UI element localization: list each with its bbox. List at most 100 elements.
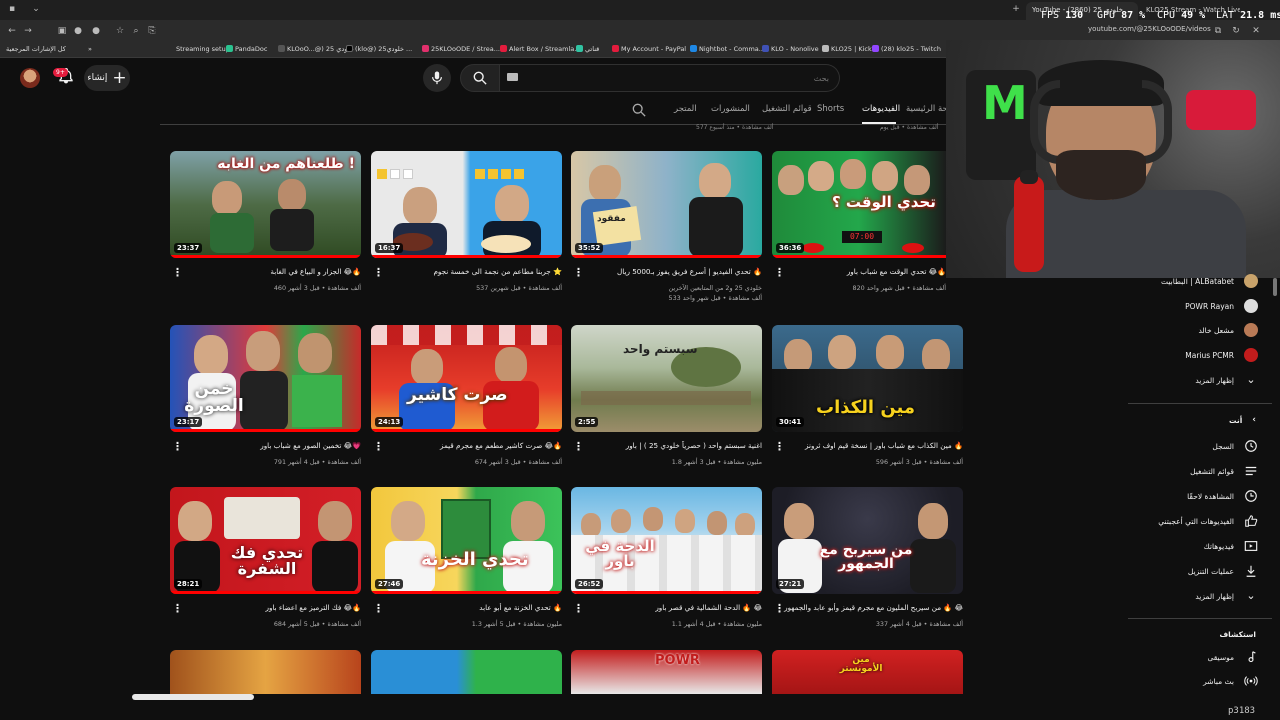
video-thumbnail[interactable]: الدحة في باور 26:52 xyxy=(571,487,762,594)
sidebar-show-more[interactable]: إظهار المزيد ⌄ xyxy=(1195,370,1258,390)
sidebar-subscription[interactable]: مشعل خالد xyxy=(1198,320,1258,340)
sidebar-item-history[interactable]: السجل xyxy=(1212,436,1258,456)
sidebar-item-playlists[interactable]: قوائم التشغيل xyxy=(1190,461,1258,481)
video-thumbnail[interactable]: 16:37 xyxy=(371,151,562,258)
video-card[interactable]: مفقود 35:52 ⋮ تحدي الفيديو | أسرع فريق ي… xyxy=(571,151,762,302)
video-thumbnail[interactable]: مين الكذاب 30:41 xyxy=(772,325,963,432)
back-icon[interactable]: ← xyxy=(6,25,18,37)
search-input[interactable] xyxy=(500,64,840,92)
video-thumbnail[interactable]: خمن الصورة 23:17 xyxy=(170,325,361,432)
app-menu-icon[interactable]: ▪ xyxy=(6,3,18,15)
close-icon[interactable]: ✕ xyxy=(1250,25,1262,37)
video-card[interactable]: POWR xyxy=(571,650,762,694)
sidebar-item-watch-later[interactable]: المشاهدة لاحقًا xyxy=(1187,486,1258,506)
video-card[interactable]: خمن الصورة 23:17 ⋮ تخمين الصور مع شباب ب… xyxy=(170,325,361,466)
bookmark-all[interactable]: كل الإشارات المرجعية xyxy=(6,45,66,53)
video-card[interactable] xyxy=(371,650,562,694)
video-thumbnail[interactable]: مين الأمونستر xyxy=(772,650,963,694)
video-card[interactable]: تحدي فك الشفرة 28:21 ⋮ فك الترميز مع اعض… xyxy=(170,487,361,628)
video-title[interactable]: من سيربح المليون مع مجرم قيمز وأبو عابد … xyxy=(781,603,963,613)
bookmark-instagram[interactable]: 25KLOoODE / Strea... xyxy=(422,45,500,53)
sidebar-item-downloads[interactable]: عمليات التنزيل xyxy=(1188,561,1258,581)
tab-store[interactable]: المتجر xyxy=(674,104,697,114)
video-title[interactable]: مين الكذاب مع شباب باور | نسخة قيم اوف ث… xyxy=(781,441,963,451)
video-card[interactable]: مين الكذاب 30:41 ⋮ مين الكذاب مع شباب با… xyxy=(772,325,963,466)
sidebar-you-heading[interactable]: أنت ‹ xyxy=(1229,410,1256,430)
video-card[interactable]: صرت كاشير 24:13 ⋮ صرت كاشير مطعم مع مجرم… xyxy=(371,325,562,466)
reload-icon[interactable]: ↻ xyxy=(1230,25,1242,37)
tab-posts[interactable]: المنشورات xyxy=(711,104,750,114)
copy-icon[interactable]: ⧉ xyxy=(1212,25,1224,37)
video-thumbnail[interactable]: تحدي الوقت ؟ 07:00 36:36 xyxy=(772,151,946,258)
extension-icon[interactable]: ▣ xyxy=(56,25,68,37)
video-card[interactable]: تحدي الخزنة 27:46 ⋮ تحدي الخزنة مع أبو ع… xyxy=(371,487,562,628)
video-card[interactable]: طلعناهم من الغابه ! 23:37 ⋮ الجزار و الب… xyxy=(170,151,361,292)
tab-shorts[interactable]: Shorts xyxy=(817,104,844,114)
bookmark-nightbot[interactable]: Nightbot - Comma... xyxy=(690,45,765,53)
video-card[interactable]: الدحة في باور 26:52 ⋮ الدحة الشمالية في … xyxy=(571,487,762,628)
bookmark-pandadoc[interactable]: PandaDoc xyxy=(226,45,267,53)
search-button[interactable] xyxy=(460,64,500,92)
tab-search-icon[interactable]: ⌄ xyxy=(30,3,42,15)
sidebar-item-your-videos[interactable]: فيديوهاتك xyxy=(1204,536,1258,556)
video-thumbnail[interactable]: سبستم واحد 2:55 xyxy=(571,325,762,432)
video-title[interactable]: تحدي الخزنة مع أبو عابد 🔥 xyxy=(380,603,562,613)
bookmark-alertbox[interactable]: Alert Box / Streamla... xyxy=(500,45,580,53)
zoom-icon[interactable]: ⌕ xyxy=(130,25,142,37)
video-card[interactable]: سبستم واحد 2:55 ⋮ اغنية سبستم واحد ( حصر… xyxy=(571,325,762,466)
create-button[interactable]: إنشاء + xyxy=(84,65,130,91)
sidebar-item-liked[interactable]: الفيديوهات التي أعجبتني xyxy=(1158,511,1258,531)
bookmark-streaming-setup[interactable]: Streaming setup xyxy=(176,45,230,53)
keyboard-icon[interactable] xyxy=(507,73,518,81)
bookmark-x[interactable]: (klo@) خلودي25 ... xyxy=(346,45,412,53)
channel-search-icon[interactable] xyxy=(632,103,646,117)
video-thumbnail[interactable]: طلعناهم من الغابه ! 23:37 xyxy=(170,151,361,258)
tab-home[interactable]: الصفحة الرئيسية xyxy=(906,104,946,114)
bookmark-overflow-icon[interactable]: » xyxy=(88,45,92,53)
video-card[interactable] xyxy=(170,650,361,694)
video-card[interactable]: مين الأمونستر xyxy=(772,650,963,694)
voice-search-button[interactable] xyxy=(423,64,451,92)
video-title[interactable]: فك الترميز مع اعضاء باور 😂🔥 xyxy=(179,603,361,613)
bookmark-channel[interactable]: قناتي xyxy=(576,45,599,53)
video-thumbnail[interactable]: تحدي فك الشفرة 28:21 xyxy=(170,487,361,594)
sidebar-show-more-2[interactable]: إظهار المزيد ⌄ xyxy=(1195,586,1258,606)
sidebar-subscription[interactable]: Marius PCMR xyxy=(1185,345,1258,365)
bookmark-klo[interactable]: KLOoO...@) خلودي 25 xyxy=(278,45,354,53)
video-card[interactable]: من سيربح مع الجمهور 27:21 ⋮ من سيربح الم… xyxy=(772,487,963,628)
new-tab-icon[interactable]: + xyxy=(1010,3,1022,15)
extension-icon[interactable]: ● xyxy=(72,25,84,37)
tab-videos[interactable]: الفيديوهات xyxy=(862,104,900,114)
sidebar-scrollbar[interactable] xyxy=(1273,278,1277,296)
bookmark-twitch[interactable]: (28) klo25 - Twitch xyxy=(872,45,941,53)
bookmark-kick[interactable]: KLO25 | Kick xyxy=(822,45,872,53)
video-thumbnail[interactable]: من سيربح مع الجمهور 27:21 xyxy=(772,487,963,594)
account-avatar[interactable] xyxy=(20,68,40,88)
url-field[interactable]: youtube.com/@25KLOoODE/videos xyxy=(1088,25,1211,33)
video-thumbnail[interactable] xyxy=(170,650,361,694)
video-thumbnail[interactable]: صرت كاشير 24:13 xyxy=(371,325,562,432)
video-title[interactable]: جربنا مطاعم من نجمة الى خمسة نجوم ⭐ xyxy=(380,267,562,277)
video-title[interactable]: تخمين الصور مع شباب باور 😂💗 xyxy=(179,441,361,451)
video-thumbnail[interactable]: مفقود 35:52 xyxy=(571,151,762,258)
bookmark-nonolive[interactable]: KLO - Nonolive xyxy=(762,45,819,53)
video-title[interactable]: اغنية سبستم واحد ( حصرياً خلودي 25 ) | ب… xyxy=(580,441,762,451)
video-card[interactable]: تحدي الوقت ؟ 07:00 36:36 ⋮ تحدي الوقت مع… xyxy=(772,151,963,292)
video-title[interactable]: صرت كاشير مطعم مع مجرم قيمز 😂🔥 xyxy=(380,441,562,451)
bookmark-paypal[interactable]: My Account - PayPal xyxy=(612,45,686,53)
video-title[interactable]: الجزار و البياع في الغابة 😂🔥 xyxy=(179,267,361,277)
video-thumbnail[interactable]: POWR xyxy=(571,650,762,694)
tab-playlists[interactable]: قوائم التشغيل xyxy=(762,104,812,114)
extension-icon[interactable]: ● xyxy=(90,25,102,37)
video-thumbnail[interactable]: تحدي الخزنة 27:46 xyxy=(371,487,562,594)
sidebar-subscription[interactable]: البطابيت | ALBatabet xyxy=(1161,271,1258,291)
share-icon[interactable]: ⎘ xyxy=(146,25,158,37)
sidebar-item-live[interactable]: بث مباشر xyxy=(1203,671,1258,691)
video-title[interactable]: تحدي الفيديو | أسرع فريق يفوز بـ5000 ريا… xyxy=(580,267,762,277)
video-card[interactable]: 16:37 ⋮ جربنا مطاعم من نجمة الى خمسة نجو… xyxy=(371,151,562,292)
sidebar-subscription[interactable]: POWR Rayan xyxy=(1185,296,1258,316)
sidebar-item-music[interactable]: موسيقى xyxy=(1208,647,1258,667)
video-thumbnail[interactable] xyxy=(371,650,562,694)
forward-icon[interactable]: → xyxy=(22,25,34,37)
video-title[interactable]: الدحة الشمالية في قصر باور 🔥 😂 xyxy=(580,603,762,613)
